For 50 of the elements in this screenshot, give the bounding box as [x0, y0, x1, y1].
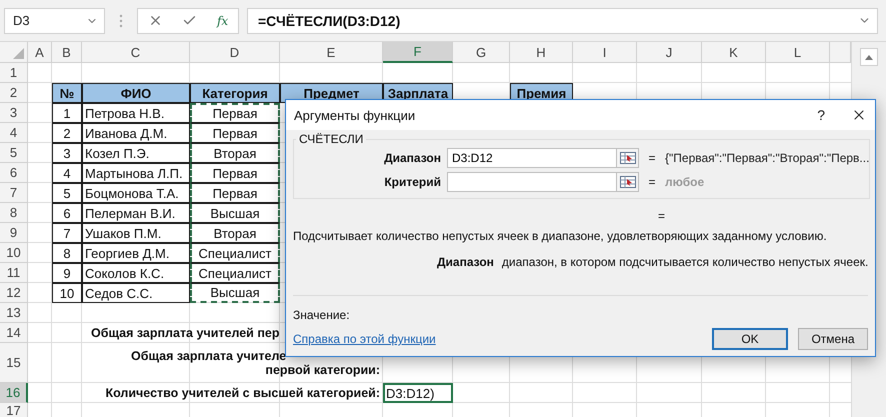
table-header: ФИО — [82, 83, 190, 103]
argument-result: любое — [665, 175, 706, 189]
table-cell: Высшая — [190, 203, 280, 223]
table-cell: 2 — [52, 123, 82, 143]
argument-label: Диапазон — [383, 151, 442, 165]
table-cell: Специалист — [190, 263, 280, 283]
table-cell: 7 — [52, 223, 82, 243]
argument-description: диапазон, в котором подсчитывается количество непустых ячеек. — [502, 255, 868, 269]
argument-result: {"Первая":"Первая":"Вторая":"Перв... — [665, 151, 870, 165]
table-cell: 1 — [52, 103, 82, 123]
table-cell: Иванова Д.М. — [82, 123, 190, 143]
table-cell: Специалист — [190, 243, 280, 263]
table-cell: Седов С.С. — [82, 283, 190, 303]
table-cell: Первая — [190, 163, 280, 183]
table-cell: Георгиев Д.М. — [82, 243, 190, 263]
table-cell: 4 — [52, 163, 82, 183]
equals-sign: = — [658, 209, 666, 223]
table-cell: Соколов К.С. — [82, 263, 190, 283]
argument-name: Диапазон — [437, 255, 494, 269]
table-cell: 3 — [52, 143, 82, 163]
function-description: Подсчитывает количество непустых ячеек в диапазоне, удовлетворяющих заданному условию. — [293, 229, 828, 243]
argument-label: Критерий — [383, 175, 442, 189]
table-cell: Вторая — [190, 223, 280, 243]
table-cell: 10 — [52, 283, 82, 303]
table-cell: 5 — [52, 183, 82, 203]
summary-label: первой категории: — [265, 363, 380, 377]
dialog-title: Аргументы функции — [294, 108, 416, 122]
equals-sign: = — [647, 175, 656, 189]
equals-sign: = — [647, 151, 656, 165]
table-cell: Первая — [190, 123, 280, 143]
table-cell: Пелерман В.И. — [82, 203, 190, 223]
table-cell: 8 — [52, 243, 82, 263]
value-label: Значение: — [293, 308, 351, 322]
summary-label: Общая зарплата учителе — [131, 349, 286, 363]
table-cell: Козел П.Э. — [82, 143, 190, 163]
table-cell: Высшая — [190, 283, 280, 303]
table-cell: Боцмонова Т.А. — [82, 183, 190, 203]
summary-label: Общая зарплата учителей пер — [91, 326, 280, 340]
table-cell: Первая — [190, 103, 280, 123]
table-cell: Ушаков П.М. — [82, 223, 190, 243]
table-cell: 9 — [52, 263, 82, 283]
table-cell: Первая — [190, 183, 280, 203]
summary-label: Количество учителей с высшей категорией: — [105, 386, 380, 400]
table-cell: Вторая — [190, 143, 280, 163]
table-header: № — [52, 83, 82, 103]
table-cell: Мартынова Л.П. — [82, 163, 190, 183]
table-cell: 6 — [52, 203, 82, 223]
function-name: СЧЁТЕСЛИ — [298, 132, 364, 146]
table-cell: Петрова Н.В. — [82, 103, 190, 123]
table-header: Категория — [190, 83, 280, 103]
